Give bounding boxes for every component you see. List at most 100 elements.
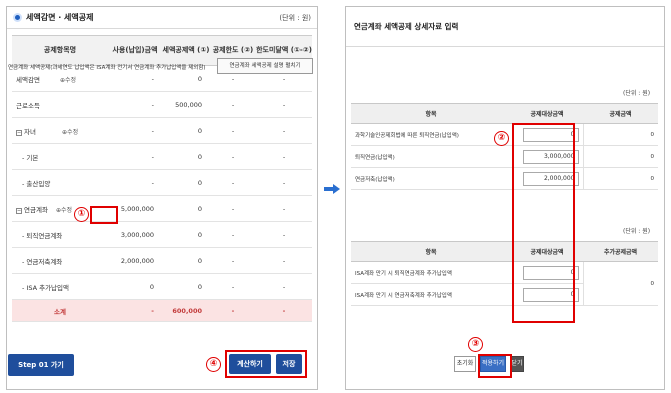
subtotal-limit: - (210, 299, 256, 322)
col-header-used: 사용(납입)금액 (108, 35, 162, 66)
table-row: 퇴직연금(납입액) 3,000,000 0 (351, 145, 658, 168)
cell-used: - (108, 143, 162, 170)
col-header-deduct: 공제금액 (583, 103, 658, 124)
cell-limit: - (210, 273, 256, 300)
table-row: ISA계좌 만기 시 퇴직연금계좌 추가납입액 0 0 (351, 261, 658, 306)
marker-3: ③ (468, 337, 483, 352)
table-row: - 퇴직연금계좌 3,000,000 0 - - (12, 221, 312, 248)
row-label: - ISA 추가납입액 (12, 273, 108, 300)
step-01-button[interactable]: Step 01 가기 (8, 354, 74, 376)
row-label: 과학기술인공제회법에 따른 퇴직연금(납입액) (351, 123, 511, 146)
cell-shortfall: - (256, 91, 312, 118)
unit-label: (단위 : 원) (623, 228, 651, 235)
highlight-apply-box (478, 354, 512, 378)
col-header-item: 공제항목명 (12, 35, 108, 66)
subtotal-shortfall: - (256, 299, 312, 322)
highlight-edit-box (90, 206, 118, 224)
marker-2: ② (494, 131, 509, 146)
subtotal-row: 소계 - 600,000 - - (12, 299, 312, 322)
cell-shortfall: - (256, 247, 312, 274)
cell-used: - (108, 91, 162, 118)
subtotal-credit: 600,000 (162, 299, 210, 322)
row-label: 근로소득 (12, 91, 108, 118)
col-header-target: 공제대상금액 (511, 103, 583, 124)
table-row: 근로소득 - 500,000 - - (12, 91, 312, 118)
col-header-item: 항목 (351, 241, 511, 262)
panel-header: 세액감면 · 세액공제 (단위 : 원) (7, 7, 317, 29)
pension-detail-panel: 연금계좌 세액공제 상세자료 입력 (345, 6, 665, 390)
cell-limit: - (210, 247, 256, 274)
cell-credit: 0 (162, 169, 210, 196)
collapse-icon[interactable]: − (16, 129, 22, 136)
cell-credit: 500,000 (162, 91, 210, 118)
unit-label: (단위 : 원) (623, 90, 651, 97)
cell-shortfall: - (256, 143, 312, 170)
cell-shortfall: - (256, 195, 312, 222)
table-row: − 연금계좌 ⊕수정 5,000,000 0 - - (12, 195, 312, 222)
extra-deduct-value: 0 (582, 261, 658, 306)
row-label: 연금저축(납입액) (351, 167, 511, 190)
bullet-icon (13, 13, 22, 22)
tax-credit-table: 공제항목명 사용(납입)금액 세액공제액 (①) 공제한도 (②) 한도미달액 … (12, 35, 312, 322)
unit-label: (단위 : 원) (279, 13, 311, 22)
cell-used: - (108, 117, 162, 144)
cell-shortfall: - (256, 117, 312, 144)
cell-credit: 0 (162, 273, 210, 300)
close-button[interactable]: 닫기 (510, 356, 524, 372)
cell-limit: - (210, 117, 256, 144)
marker-4: ④ (206, 357, 221, 372)
row-label: - 퇴직연금계좌 (12, 221, 108, 248)
col-header-extra-deduct: 추가공제금액 (583, 241, 658, 262)
cell-shortfall: - (256, 221, 312, 248)
cell-limit: - (210, 143, 256, 170)
cell-limit: - (210, 91, 256, 118)
col-header-item: 항목 (351, 103, 511, 124)
subtotal-used: - (108, 299, 162, 322)
panel-header: 연금계좌 세액공제 상세자료 입력 (346, 7, 664, 47)
table-row: - 연금저축계좌 2,000,000 0 - - (12, 247, 312, 274)
cell-used: 2,000,000 (108, 247, 162, 274)
row-label: - 연금저축계좌 (12, 247, 108, 274)
highlight-buttons-box (225, 350, 307, 378)
cell-limit: - (210, 221, 256, 248)
cell-credit: 0 (162, 221, 210, 248)
row-label: ISA계좌 만기 시 퇴직연금계좌 추가납입액 (351, 261, 511, 284)
cell-used: 0 (108, 273, 162, 300)
pension-table: 항목 공제대상금액 공제금액 과학기술인공제회법에 따른 퇴직연금(납입액) 0… (351, 103, 658, 190)
reset-button[interactable]: 초기화 (454, 356, 476, 372)
edit-link[interactable]: ⊕수정 (62, 127, 78, 136)
subtotal-label: 소계 (12, 299, 108, 322)
edit-link[interactable]: ⊕수정 (60, 75, 76, 84)
deduct-value: 0 (582, 123, 658, 146)
highlight-inputs-box (512, 123, 575, 323)
cell-shortfall: - (256, 273, 312, 300)
marker-1: ① (74, 207, 89, 222)
row-label: 자녀 (24, 127, 36, 136)
row-label: - 출산입양 (12, 169, 108, 196)
isa-table: 항목 공제대상금액 추가공제금액 ISA계좌 만기 시 퇴직연금계좌 추가납입액… (351, 241, 658, 306)
row-label: - 기본 (12, 143, 108, 170)
table-row: - 출산입양 - 0 - - (12, 169, 312, 196)
cell-credit: 0 (162, 195, 210, 222)
cell-limit: - (210, 169, 256, 196)
row-label: 연금계좌 (24, 205, 48, 214)
guide-expand-button[interactable]: 연금계좌 세액공제 설명 펼치기 (217, 58, 313, 74)
cell-limit: - (210, 195, 256, 222)
collapse-icon[interactable]: − (16, 207, 22, 214)
deduct-value: 0 (582, 145, 658, 168)
cell-credit: 0 (162, 247, 210, 274)
panel-title: 연금계좌 세액공제 상세자료 입력 (354, 22, 459, 31)
cell-credit: 0 (162, 117, 210, 144)
deduct-value: 0 (582, 167, 658, 190)
table-row: − 자녀 ⊕수정 - 0 - - (12, 117, 312, 144)
edit-link[interactable]: ⊕수정 (56, 205, 72, 214)
row-label: ISA계좌 만기 시 연금저축계좌 추가납입액 (351, 283, 511, 306)
row-label: 세액감면 (16, 75, 40, 84)
table-row: 연금저축(납입액) 2,000,000 0 (351, 167, 658, 190)
col-header-credit: 세액공제액 (①) (162, 35, 210, 66)
table-row: - ISA 추가납입액 0 0 - - (12, 273, 312, 300)
cell-shortfall: - (256, 169, 312, 196)
description-text: 연금계좌 세액공제(과세연도 납입액은 ISA계좌 전기서 연금계좌 추가납입액… (8, 65, 206, 71)
row-label: 퇴직연금(납입액) (351, 145, 511, 168)
cell-used: 3,000,000 (108, 221, 162, 248)
